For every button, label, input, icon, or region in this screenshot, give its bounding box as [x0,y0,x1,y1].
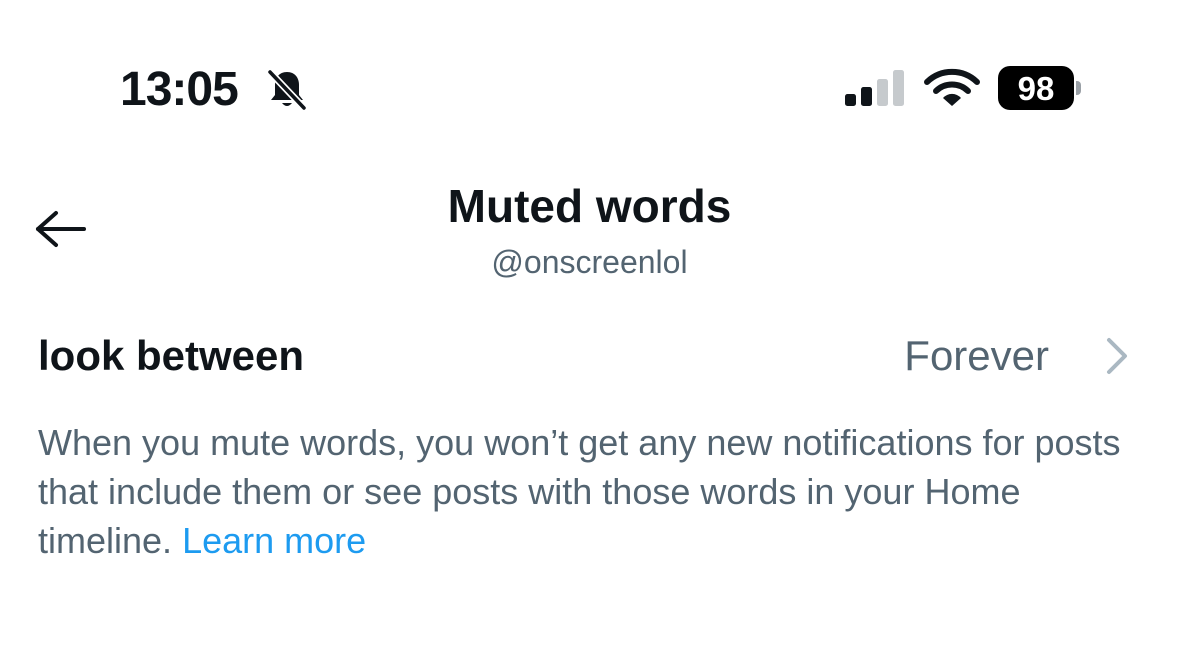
chevron-right-icon [1107,338,1127,374]
mute-description: When you mute words, you won’t get any n… [38,418,1148,565]
battery-icon: 98 [998,66,1082,110]
page-title: Muted words [447,180,732,232]
bell-slash-icon [266,68,308,112]
battery-level: 98 [998,66,1074,110]
muted-word-row[interactable]: look between Forever [0,322,1179,388]
muted-word-label: look between [38,332,305,379]
mute-duration: Forever [904,332,1049,379]
status-time: 13:05 [120,63,239,116]
learn-more-link[interactable]: Learn more [182,520,366,561]
status-bar: 13:05 98 [0,0,1179,140]
battery-cap [1076,81,1081,95]
wifi-icon [924,68,980,106]
page-header: Muted words @onscreenlol [0,150,1179,290]
account-handle: @onscreenlol [491,244,688,280]
signal-icon [845,70,904,106]
